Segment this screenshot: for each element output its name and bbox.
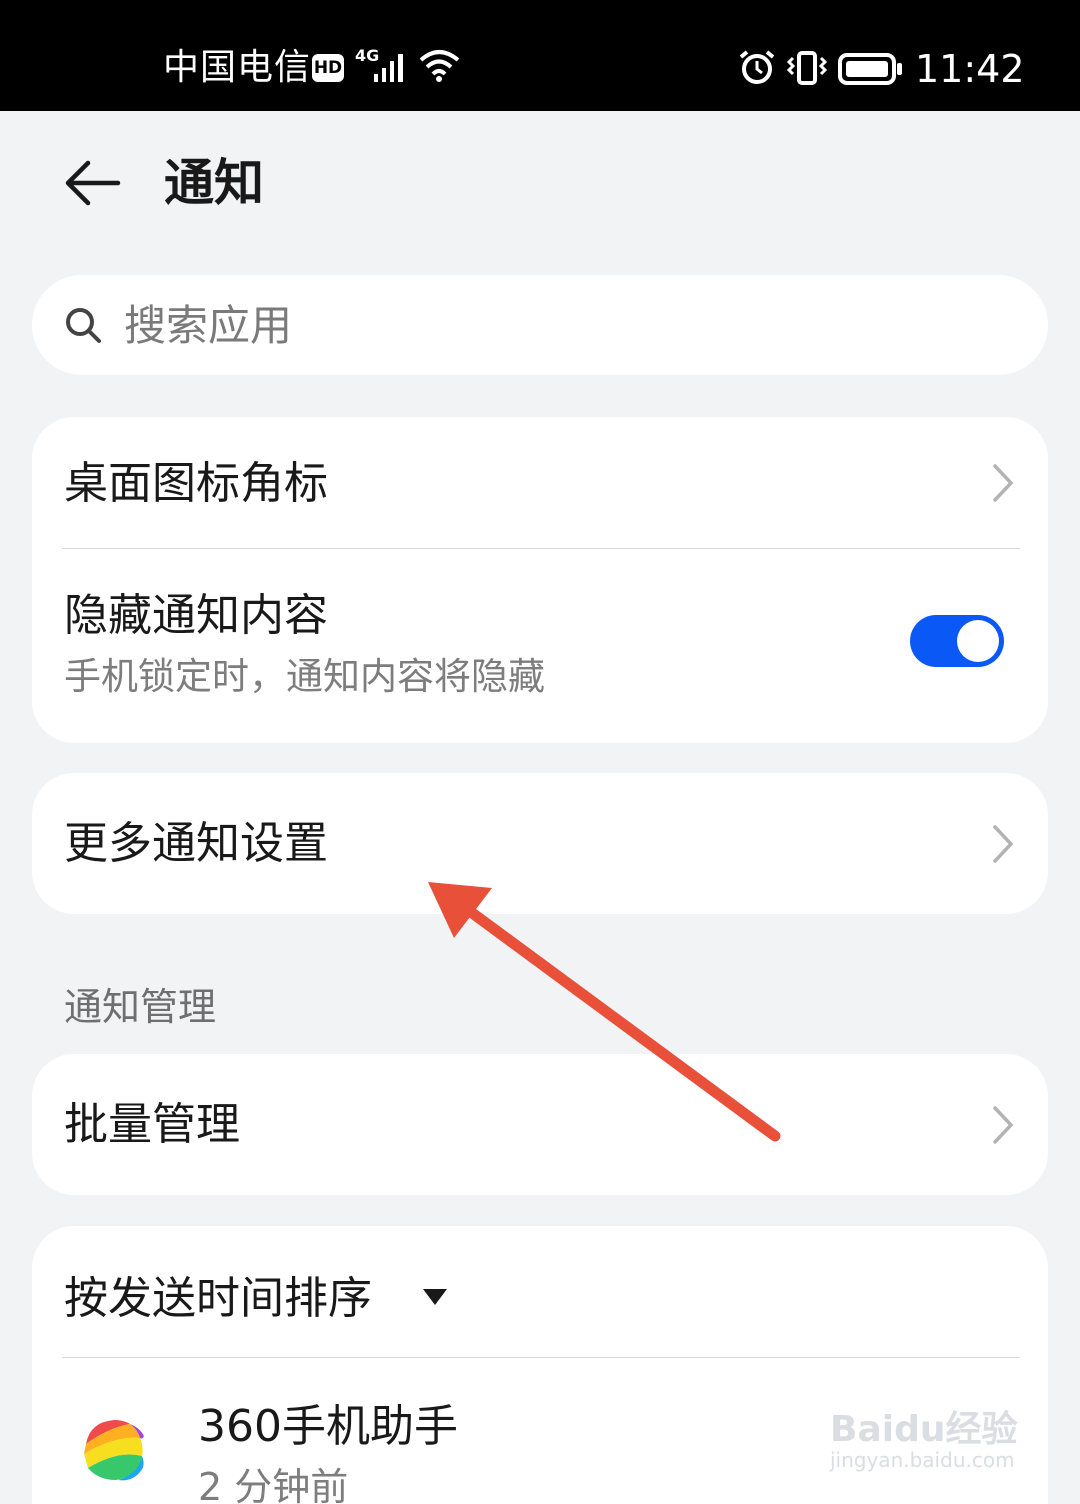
watermark-url: jingyan.baidu.com	[830, 1448, 1015, 1472]
hd-badge: HD	[312, 54, 344, 82]
hide-content-label: 隐藏通知内容	[64, 590, 328, 641]
more-settings-label: 更多通知设置	[64, 818, 328, 869]
app-name: 360手机助手	[198, 1401, 458, 1452]
app-notification-time: 2 分钟前	[198, 1465, 349, 1504]
clock: 11:42	[915, 47, 1025, 91]
batch-management-card[interactable]: 批量管理	[32, 1054, 1048, 1195]
alarm-icon	[739, 50, 775, 84]
page-title: 通知	[164, 154, 264, 212]
toggle-knob	[957, 620, 999, 662]
chevron-right-icon	[993, 1106, 1014, 1144]
status-bar: 中国电信 HD 4G 11:42	[0, 0, 1080, 111]
badge-row[interactable]: 桌面图标角标	[32, 417, 1048, 548]
search-bar[interactable]: 搜索应用	[32, 275, 1048, 375]
back-arrow-icon[interactable]	[62, 158, 122, 208]
section-header-notification-management: 通知管理	[64, 985, 217, 1029]
hide-content-toggle[interactable]	[910, 615, 1004, 667]
wifi-icon	[419, 50, 460, 82]
sort-dropdown[interactable]: 按发送时间排序	[32, 1226, 1048, 1357]
vibrate-icon	[786, 51, 828, 85]
battery-icon	[838, 53, 902, 85]
caret-down-icon	[423, 1289, 447, 1305]
watermark-text: Baidu经验	[830, 1409, 1018, 1450]
title-bar: 通知	[0, 111, 1080, 261]
signal-icon	[374, 54, 403, 82]
batch-management-label: 批量管理	[64, 1099, 240, 1150]
hide-content-subtitle: 手机锁定时，通知内容将隐藏	[64, 655, 545, 698]
search-icon	[66, 308, 101, 343]
app-360-assistant-icon	[84, 1420, 144, 1481]
watermark-logo: Baidu经验 jingyan.baidu.com	[826, 1386, 1026, 1486]
carrier-name: 中国电信	[163, 47, 312, 88]
sort-label: 按发送时间排序	[64, 1273, 372, 1324]
hide-content-row: 隐藏通知内容 手机锁定时，通知内容将隐藏	[32, 549, 1048, 743]
search-input[interactable]: 搜索应用	[124, 299, 292, 353]
chevron-right-icon	[993, 825, 1014, 863]
badge-label: 桌面图标角标	[64, 458, 328, 509]
settings-card: 桌面图标角标 隐藏通知内容 手机锁定时，通知内容将隐藏	[32, 417, 1048, 743]
chevron-right-icon	[993, 464, 1014, 502]
more-settings-card[interactable]: 更多通知设置	[32, 773, 1048, 914]
